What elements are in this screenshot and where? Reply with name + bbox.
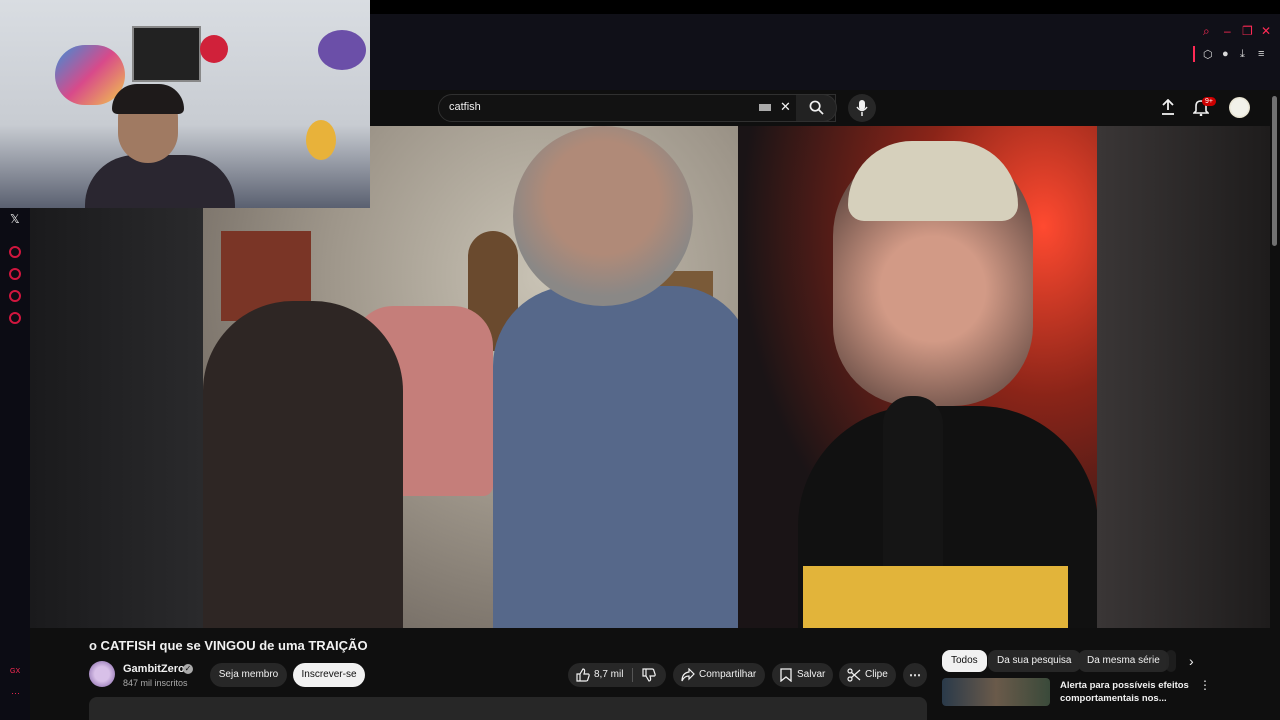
join-button[interactable]: Seja membro (210, 663, 287, 687)
chip-from-search[interactable]: Da sua pesquisa (988, 650, 1081, 672)
chip-all[interactable]: Todos (942, 650, 987, 672)
webcam-ghost-drawing (318, 30, 366, 70)
like-count[interactable]: 8,7 mil (594, 663, 623, 687)
like-icon[interactable] (576, 668, 590, 682)
messenger-icon[interactable] (9, 290, 21, 302)
description-box[interactable] (89, 697, 927, 720)
close-window-icon[interactable]: ✕ (1261, 24, 1271, 38)
like-dislike-group: 8,7 mil (568, 663, 666, 687)
channel-avatar[interactable] (89, 661, 115, 687)
webcam-person-body (85, 155, 235, 208)
history-icon[interactable] (9, 268, 21, 280)
profile-icon[interactable]: ● (1222, 48, 1229, 60)
chip-same-series[interactable]: Da mesma série (1078, 650, 1169, 672)
chip-overflow[interactable] (1166, 650, 1176, 672)
scene-person-shirt (493, 286, 753, 628)
download-icon[interactable]: ⤓ (1240, 48, 1245, 61)
microphone-icon (856, 100, 868, 116)
window-title-strip (370, 0, 1280, 14)
search-icon (809, 100, 824, 115)
webcam-heart-drawing (200, 35, 228, 63)
webcam-headphones (112, 84, 184, 114)
share-icon (681, 668, 695, 682)
verified-icon: ✓ (183, 664, 193, 674)
webcam-tv (132, 26, 201, 82)
scene-shirt-print (803, 566, 1068, 628)
voice-search-button[interactable] (848, 94, 876, 122)
restore-icon[interactable]: ❐ (1242, 24, 1253, 38)
toolbar-divider (1193, 46, 1195, 62)
user-avatar[interactable] (1229, 97, 1250, 118)
save-button[interactable]: Salvar (772, 663, 833, 687)
search-input[interactable]: catfish (449, 101, 481, 113)
scene-person-head (513, 126, 693, 306)
player-icon[interactable] (9, 246, 21, 258)
video-title: o CATFISH que se VINGOU de uma TRAIÇÃO (89, 638, 368, 653)
page-scrollbar-thumb[interactable] (1272, 96, 1277, 246)
clip-label: Clipe (865, 669, 888, 680)
keyboard-icon[interactable] (759, 104, 771, 111)
scissors-icon (847, 668, 861, 682)
browser-search-icon[interactable]: ⌕ (1203, 24, 1210, 39)
channel-name[interactable]: GambitZero (123, 663, 185, 675)
recommended-more-icon[interactable]: ⋮ (1199, 678, 1211, 692)
search-button[interactable] (796, 94, 837, 122)
chips-next-icon[interactable]: › (1189, 653, 1194, 669)
clip-button[interactable]: Clipe (839, 663, 896, 687)
extensions-icon[interactable]: ⬡ (1203, 48, 1213, 61)
bookmark-icon (780, 668, 792, 682)
x-twitter-icon[interactable]: 𝕏 (10, 212, 20, 226)
settings-icon[interactable] (9, 312, 21, 324)
ambient-left (30, 208, 203, 628)
scene-streamer-hair (848, 141, 1018, 221)
clear-search-icon[interactable]: ✕ (780, 99, 791, 115)
ambient-right (1097, 126, 1270, 628)
subscriber-count: 847 mil inscritos (123, 678, 188, 688)
search-bar: catfish ✕ (438, 94, 836, 122)
menu-icon[interactable]: ≡ (1258, 48, 1264, 60)
minimize-icon[interactable]: – (1224, 24, 1231, 38)
video-scene-streamer (738, 126, 1097, 628)
webcam-overlay (0, 0, 370, 208)
gx-label: GX (10, 668, 21, 675)
share-button[interactable]: Compartilhar (673, 663, 765, 687)
more-actions-icon[interactable]: ⋯ (903, 663, 927, 687)
share-label: Compartilhar (699, 669, 757, 680)
scene-person-hair (203, 301, 403, 628)
save-label: Salvar (797, 669, 826, 680)
gx-sidebar: 𝕏 GX ··· (0, 208, 30, 720)
dislike-icon[interactable] (642, 668, 656, 682)
more-icon[interactable]: ··· (11, 688, 20, 698)
upload-icon[interactable] (1161, 99, 1175, 115)
notification-badge: 9+ (1202, 97, 1216, 106)
subscribe-button[interactable]: Inscrever-se (293, 663, 365, 687)
like-divider (632, 668, 633, 682)
recommended-title[interactable]: Alerta para possíveis efeitos comportame… (1060, 679, 1190, 705)
recommended-thumbnail[interactable] (942, 678, 1050, 706)
webcam-monster-drawing (306, 120, 336, 160)
